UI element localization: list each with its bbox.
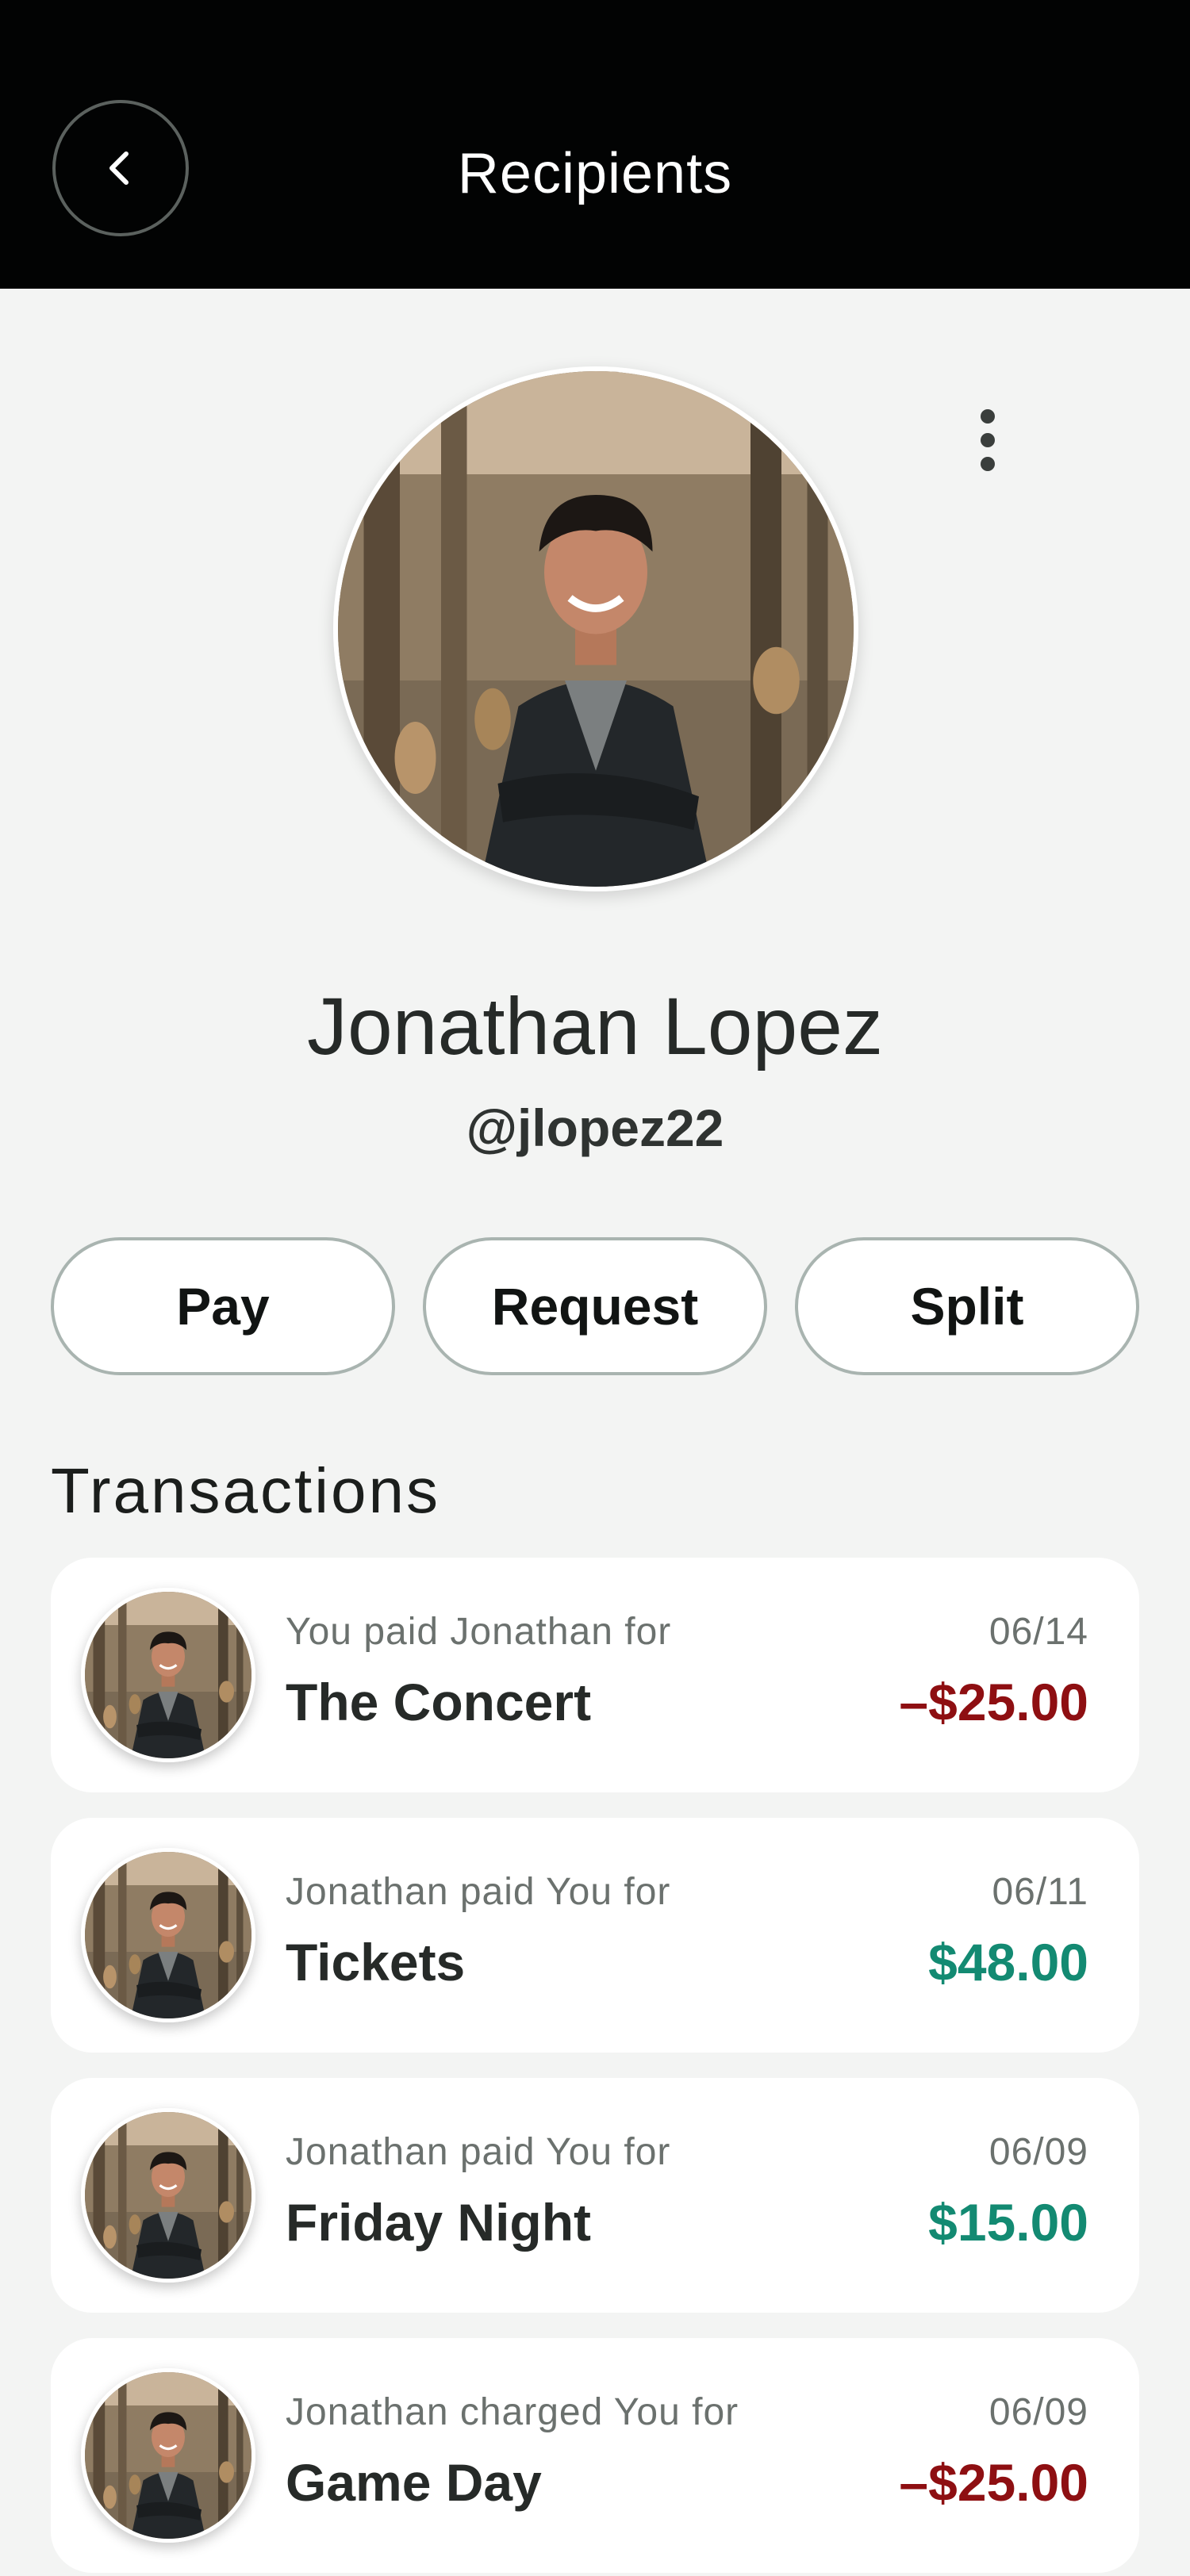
transaction-title: Game Day <box>286 2453 542 2512</box>
avatar <box>81 2108 255 2283</box>
transaction-description: You paid Jonathan for <box>286 1611 672 1653</box>
avatar <box>81 1848 255 2022</box>
transaction-title: The Concert <box>286 1673 592 1731</box>
transaction-amount: $48.00 <box>928 1933 1088 1991</box>
transaction-description: Jonathan paid You for <box>286 2131 671 2173</box>
pay-button[interactable]: Pay <box>51 1237 395 1375</box>
transaction-title: Tickets <box>286 1933 466 1991</box>
transaction-amount: $15.00 <box>928 2193 1088 2252</box>
transaction-date: 06/09 <box>988 2391 1088 2433</box>
transaction-title: Friday Night <box>286 2193 592 2252</box>
more-vertical-icon <box>981 409 995 471</box>
transaction-amount: –$25.00 <box>899 1673 1088 1731</box>
avatar <box>81 2368 255 2543</box>
transaction-card[interactable]: You paid Jonathan for The Concert 06/14 … <box>51 1558 1139 1792</box>
profile-handle: @jlopez22 <box>466 1098 724 1157</box>
profile-photo <box>333 366 858 891</box>
request-button[interactable]: Request <box>423 1237 767 1375</box>
top-app-bar: Recipients <box>0 0 1190 289</box>
recipient-profile-screen: Recipients Jonathan Lopez @jlopez22 Pay … <box>0 0 1190 2576</box>
transaction-amount: –$25.00 <box>899 2453 1088 2512</box>
transaction-date: 06/14 <box>988 1611 1088 1653</box>
profile-name: Jonathan Lopez <box>307 981 883 1071</box>
transaction-description: Jonathan paid You for <box>286 1871 671 1913</box>
transaction-date: 06/09 <box>988 2131 1088 2173</box>
transaction-card[interactable]: Jonathan paid You for Tickets 06/11 $48.… <box>51 1818 1139 2053</box>
transaction-description: Jonathan charged You for <box>286 2391 739 2433</box>
transactions-heading: Transactions <box>51 1455 440 1526</box>
more-options-button[interactable] <box>960 401 1015 480</box>
transaction-card[interactable]: Jonathan paid You for Friday Night 06/09… <box>51 2078 1139 2313</box>
transaction-date: 06/11 <box>992 1871 1088 1913</box>
split-button[interactable]: Split <box>795 1237 1139 1375</box>
page-title: Recipients <box>457 142 733 205</box>
avatar <box>81 1588 255 1762</box>
transaction-card[interactable]: Jonathan charged You for Game Day 06/09 … <box>51 2338 1139 2573</box>
